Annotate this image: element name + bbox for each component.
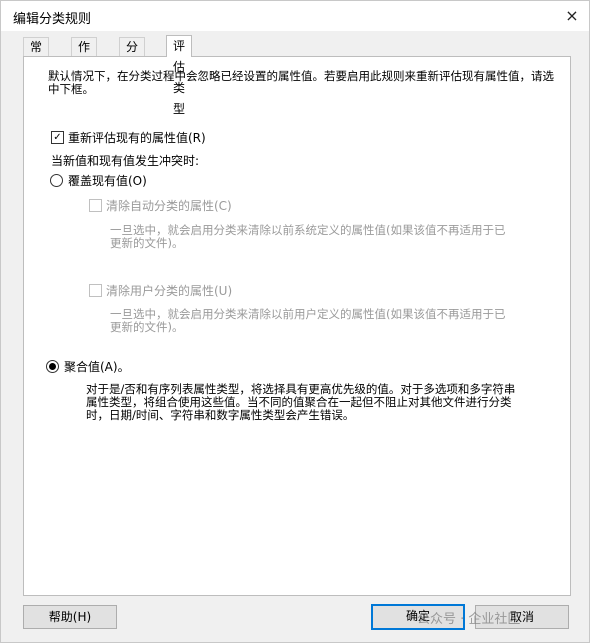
- aggregate-label: 聚合值(A)。: [64, 360, 130, 374]
- help-button[interactable]: 帮助(H): [23, 605, 117, 629]
- tab-general[interactable]: 常规: [23, 37, 50, 72]
- reevaluate-label: 重新评估现有的属性值(R): [68, 131, 206, 145]
- window-title: 编辑分类规则: [13, 12, 92, 27]
- clear-auto-description: 一旦选中，就会启用分类来清除以前系统定义的属性值(如果该值不再适用于已更新的文件…: [110, 223, 506, 250]
- evaluation-type-panel: 默认情况下，在分类过程中会忽略已经设置的属性值。若要启用此规则来重新评估现有属性…: [23, 56, 571, 596]
- intro-text: 默认情况下，在分类过程中会忽略已经设置的属性值。若要启用此规则来重新评估现有属性…: [48, 69, 554, 96]
- radio-selected-dot: [49, 363, 56, 370]
- clear-auto-label: 清除自动分类的属性(C): [106, 199, 232, 213]
- reevaluate-checkbox[interactable]: ✓: [51, 131, 64, 144]
- clear-user-checkbox[interactable]: [89, 284, 102, 297]
- tab-evaluation-type[interactable]: 评估类型: [166, 35, 193, 116]
- clear-auto-checkbox[interactable]: [89, 199, 102, 212]
- tab-scope[interactable]: 作用域: [71, 37, 98, 90]
- clear-user-label: 清除用户分类的属性(U): [106, 284, 233, 298]
- aggregate-description: 对于是/否和有序列表属性类型，将选择具有更高优先级的值。对于多选项和多字符串属性…: [86, 382, 516, 422]
- conflict-label: 当新值和现有值发生冲突时:: [51, 154, 200, 168]
- overwrite-radio[interactable]: [50, 174, 63, 187]
- overwrite-label: 覆盖现有值(O): [68, 174, 147, 188]
- clear-user-description: 一旦选中，就会启用分类来清除以前用户定义的属性值(如果该值不再适用于已更新的文件…: [110, 307, 506, 334]
- close-icon[interactable]: ×: [561, 5, 583, 27]
- tab-classification[interactable]: 分类: [119, 37, 146, 72]
- watermark: 公众号 · 企业社区: [417, 612, 521, 627]
- edit-classification-rule-dialog: 编辑分类规则 × 常规 作用域 分类 评估类型 默认情况下，在分类过程中会忽略已…: [0, 0, 590, 643]
- aggregate-radio[interactable]: [46, 360, 59, 373]
- title-bar: 编辑分类规则 ×: [1, 1, 589, 31]
